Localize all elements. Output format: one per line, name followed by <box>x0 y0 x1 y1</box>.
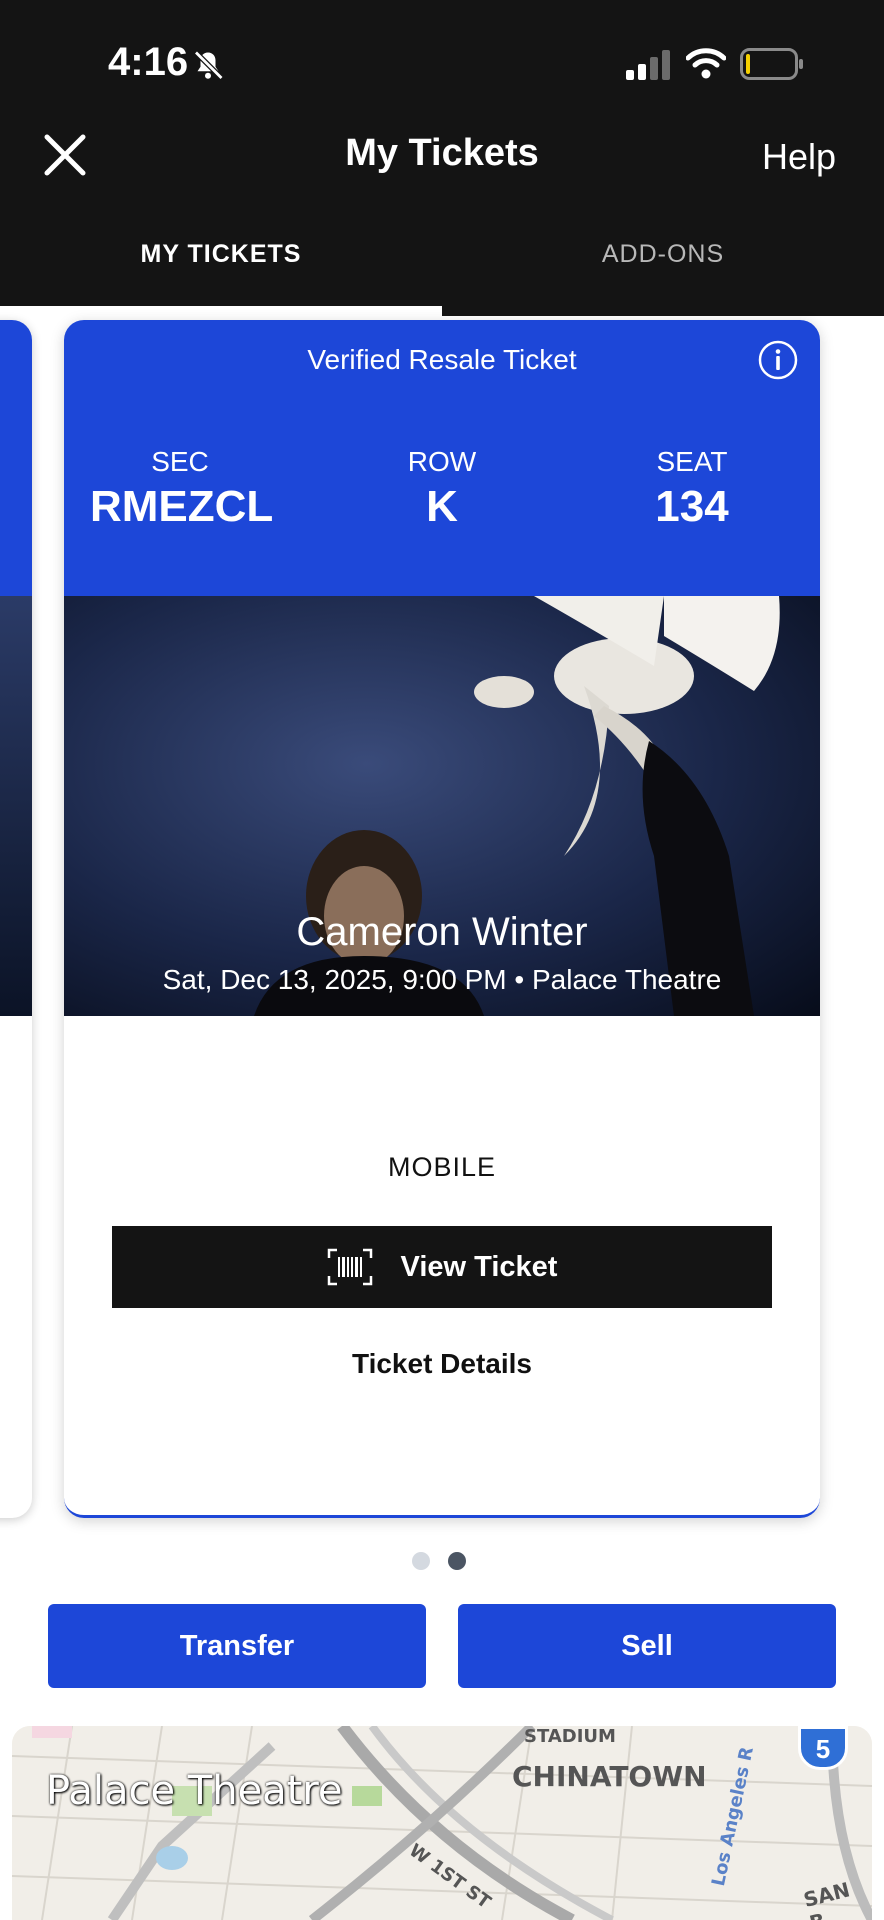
map-label-stadium: STADIUM <box>524 1726 616 1747</box>
help-link[interactable]: Help <box>762 136 836 178</box>
top-bar: 4:16 My Tickets Help MY TICKETS ADD-ONS <box>0 0 884 316</box>
silent-bell-icon <box>194 50 224 80</box>
pager-dot-1[interactable] <box>412 1552 430 1570</box>
event-name: Cameron Winter <box>296 910 588 954</box>
row-info: ROW K <box>352 446 532 532</box>
event-image: Cameron Winter Sat, Dec 13, 2025, 9:00 P… <box>64 596 820 1016</box>
event-date-venue: Sat, Dec 13, 2025, 9:00 PM • Palace Thea… <box>162 964 722 995</box>
seat-info: SEAT 134 <box>602 446 782 532</box>
wifi-icon <box>686 48 726 79</box>
ticket-details-link[interactable]: Ticket Details <box>64 1348 820 1380</box>
row-label: ROW <box>407 446 477 477</box>
ticket-card: Verified Resale Ticket SEC RMEZCL ROW K … <box>64 320 820 1518</box>
previous-card-header <box>0 320 32 596</box>
sell-button[interactable]: Sell <box>458 1604 836 1688</box>
pager-dot-2[interactable] <box>448 1552 466 1570</box>
tab-add-ons[interactable]: ADD-ONS <box>442 240 884 269</box>
cellular-signal-icon <box>626 50 670 80</box>
section-label: SEC <box>151 446 209 477</box>
barcode-icon <box>327 1248 372 1286</box>
previous-ticket-card[interactable] <box>0 320 32 1518</box>
venue-map[interactable]: STADIUM CHINATOWN W 1ST ST Los Angeles R… <box>12 1726 872 1920</box>
ticket-header: Verified Resale Ticket SEC RMEZCL ROW K … <box>64 320 820 596</box>
map-label-chinatown: CHINATOWN <box>512 1760 707 1793</box>
section-value: RMEZCL <box>90 482 274 531</box>
seat-label: SEAT <box>656 446 728 477</box>
active-tab-indicator <box>0 306 442 316</box>
status-time: 4:16 <box>108 40 189 84</box>
row-value: K <box>426 482 458 531</box>
freeway-shield-icon: 5 <box>798 1726 848 1770</box>
page-title: My Tickets <box>345 132 539 174</box>
battery-icon <box>740 48 803 80</box>
map-venue-label: Palace Theatre <box>46 1768 343 1814</box>
info-icon[interactable] <box>758 340 798 380</box>
delivery-type: MOBILE <box>387 1152 497 1182</box>
previous-card-image <box>0 596 32 1016</box>
card-pager <box>412 1552 466 1570</box>
resale-banner: Verified Resale Ticket <box>307 344 577 375</box>
tab-my-tickets[interactable]: MY TICKETS <box>0 240 442 269</box>
view-ticket-button[interactable]: View Ticket <box>112 1226 772 1308</box>
view-ticket-label: View Ticket <box>400 1250 558 1283</box>
transfer-button[interactable]: Transfer <box>48 1604 426 1688</box>
section-info: SEC RMEZCL <box>90 446 274 532</box>
seat-value: 134 <box>655 482 729 531</box>
